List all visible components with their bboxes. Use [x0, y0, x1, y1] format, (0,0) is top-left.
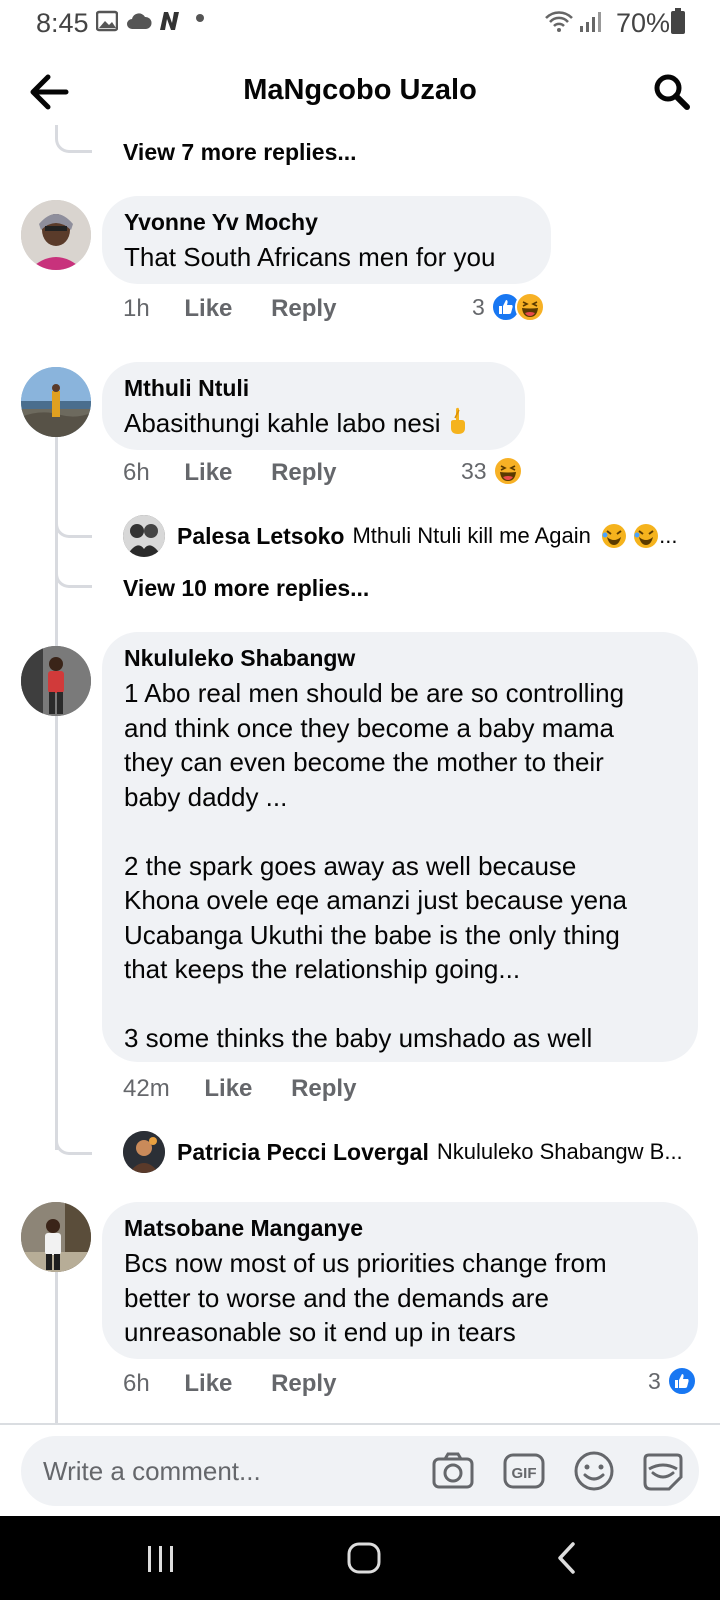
- like-button[interactable]: Like: [184, 295, 232, 322]
- reply-preview[interactable]: Patricia Pecci Lovergal Nkululeko Shaban…: [123, 1131, 683, 1173]
- thread-connector: [55, 125, 92, 153]
- thread-line: [55, 1271, 58, 1423]
- comment-time: 42m: [123, 1075, 170, 1102]
- gallery-notification-icon: [96, 10, 118, 32]
- thread-connector: [55, 1119, 92, 1155]
- rofl-emoji-icon: [602, 524, 627, 548]
- comment-bubble[interactable]: Matsobane Manganye Bcs now most of us pr…: [102, 1202, 698, 1359]
- camera-icon[interactable]: [431, 1449, 475, 1493]
- wifi-icon: [545, 11, 573, 32]
- comment-author[interactable]: Yvonne Yv Mochy: [124, 208, 529, 236]
- comments-feed[interactable]: View 7 more replies... Yvonne Yv Mochy T…: [0, 125, 720, 1423]
- comment-time: 6h: [123, 459, 150, 486]
- home-icon[interactable]: [344, 1538, 384, 1578]
- rofl-emoji-icon: [634, 524, 659, 548]
- reply-button[interactable]: Reply: [291, 1075, 356, 1102]
- comment-author[interactable]: Mthuli Ntuli: [124, 374, 503, 402]
- avatar[interactable]: [21, 367, 91, 437]
- n-app-notification-icon: [160, 12, 179, 30]
- comment-author[interactable]: Nkululeko Shabangw: [124, 644, 676, 672]
- thread-connector: [55, 555, 92, 588]
- avatar[interactable]: [21, 1202, 91, 1272]
- system-nav-bar: [0, 1516, 720, 1600]
- status-bar: 8:45 70%: [0, 0, 720, 46]
- avatar[interactable]: [21, 200, 91, 270]
- thread-connector: [55, 505, 92, 538]
- reaction-count: 3: [472, 293, 485, 320]
- comment-time: 6h: [123, 1370, 150, 1397]
- comment-time: 1h: [123, 295, 150, 322]
- battery-percent: 70%: [616, 8, 671, 38]
- recent-apps-icon[interactable]: [146, 1538, 176, 1578]
- comment-text: That South Africans men for you: [124, 242, 496, 272]
- avatar[interactable]: [123, 1131, 165, 1173]
- reply-author[interactable]: Patricia Pecci Lovergal: [177, 1139, 429, 1166]
- like-button[interactable]: Like: [204, 1075, 252, 1102]
- svg-text:GIF: GIF: [512, 1465, 537, 1482]
- reply-button[interactable]: Reply: [271, 1370, 336, 1397]
- thread-line: [55, 710, 58, 1150]
- comment-bubble[interactable]: Mthuli Ntuli Abasithungi kahle labo nesi: [102, 362, 525, 450]
- comment-bubble[interactable]: Yvonne Yv Mochy That South Africans men …: [102, 196, 551, 284]
- comment-composer[interactable]: Write a comment... GIF: [21, 1436, 699, 1506]
- comment-bubble[interactable]: Nkululeko Shabangw 1 Abo real men should…: [102, 632, 698, 1062]
- comment-meta: 1h Like Reply: [123, 295, 336, 323]
- reaction-summary[interactable]: 33: [461, 456, 523, 486]
- like-reaction-icon: [666, 1366, 697, 1396]
- haha-reaction-icon: [514, 292, 545, 322]
- back-nav-icon[interactable]: [551, 1538, 581, 1578]
- comment-meta: 42m Like Reply: [123, 1075, 356, 1103]
- emoji-icon[interactable]: [572, 1449, 616, 1493]
- page-header: MaNgcobo Uzalo: [0, 60, 720, 120]
- comment-text: Abasithungi kahle labo nesi: [124, 406, 503, 441]
- status-time: 8:45: [36, 8, 89, 38]
- reaction-summary[interactable]: 3: [648, 1366, 697, 1396]
- comment-text: Bcs now most of us priorities change fro…: [124, 1248, 607, 1347]
- haha-reaction-icon: [492, 456, 523, 486]
- comment-meta: 6h Like Reply: [123, 459, 336, 487]
- like-button[interactable]: Like: [184, 1370, 232, 1397]
- comment-input[interactable]: Write a comment...: [43, 1456, 261, 1487]
- reply-text: Mthuli Ntuli kill me Again ...: [352, 523, 678, 548]
- reply-preview[interactable]: Palesa Letsoko Mthuli Ntuli kill me Agai…: [123, 515, 678, 557]
- avatar[interactable]: [21, 646, 91, 716]
- reply-button[interactable]: Reply: [271, 295, 336, 322]
- reply-button[interactable]: Reply: [271, 459, 336, 486]
- avatar[interactable]: [123, 515, 165, 557]
- search-icon[interactable]: [652, 72, 692, 112]
- reply-text: Nkululeko Shabangw B...: [436, 1139, 683, 1164]
- comment-text: 1 Abo real men should be are so controll…: [124, 678, 628, 1053]
- signal-icon: [580, 12, 601, 32]
- reaction-count: 3: [648, 1367, 661, 1394]
- view-more-replies-link[interactable]: View 10 more replies...: [123, 575, 369, 602]
- composer-divider: [0, 1423, 720, 1425]
- more-notifications-dot-icon: [196, 14, 204, 22]
- gif-icon[interactable]: GIF: [502, 1449, 546, 1493]
- crossed-fingers-emoji-icon: [450, 407, 465, 434]
- view-more-replies-link[interactable]: View 7 more replies...: [123, 139, 357, 166]
- comment-author[interactable]: Matsobane Manganye: [124, 1214, 676, 1242]
- battery-icon: [671, 8, 685, 34]
- reaction-summary[interactable]: 3: [472, 292, 545, 322]
- cloud-notification-icon: [127, 13, 152, 29]
- reaction-count: 33: [461, 457, 487, 484]
- comment-meta: 6h Like Reply: [123, 1370, 336, 1398]
- page-title: MaNgcobo Uzalo: [243, 74, 477, 106]
- sticker-icon[interactable]: [641, 1449, 685, 1493]
- reply-author[interactable]: Palesa Letsoko: [177, 523, 344, 550]
- like-button[interactable]: Like: [184, 459, 232, 486]
